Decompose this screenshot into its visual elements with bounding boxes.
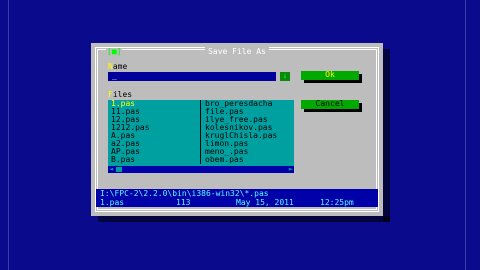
close-icon[interactable]: [■] (106, 48, 123, 56)
file-list-column-1: 1.pas 11.pas 12.pas 1212.pas A.pas a2.pas AP.p… (108, 100, 200, 164)
current-path: I:\FPC-2\2.2.0\bin\i386-win32\*.pas (100, 189, 269, 198)
name-input[interactable]: _ (108, 72, 276, 81)
history-dropdown-icon[interactable]: ↓ (280, 72, 290, 81)
file-list[interactable]: 1.pas 11.pas 12.pas 1212.pas A.pas a2.pas AP.p… (108, 100, 294, 173)
file-details-size: 113 (176, 198, 191, 207)
save-file-dialog: Save File As [■] Name _ ↓ Ok Cancel File… (91, 43, 383, 216)
file-info-panel: I:\FPC-2\2.2.0\bin\i386-win32\*.pas 1.pa… (96, 189, 378, 207)
dialog-shadow-right (383, 49, 390, 222)
name-label: Name (108, 63, 127, 71)
dialog-titlebar: Save File As (96, 47, 378, 56)
file-list-divider (200, 100, 201, 164)
ok-button[interactable]: Ok (301, 71, 359, 80)
scrollbar-thumb[interactable] (116, 167, 122, 172)
files-label-rest: iles (112, 90, 133, 99)
files-label: Files (108, 91, 132, 99)
dialog-title: Save File As (205, 47, 269, 56)
file-list-item[interactable]: obem.pas (202, 156, 294, 164)
file-list-column-2: bro_peresdacha file.pas ilye_free.pas koles… (202, 100, 294, 164)
file-details: 1.pas 113 May 15, 2011 12:25pm (100, 199, 374, 207)
file-details-time: 12:25pm (320, 198, 354, 207)
file-details-date: May 15, 2011 (236, 198, 294, 207)
desktop-edge-left (0, 0, 9, 270)
file-details-name: 1.pas (100, 198, 125, 207)
cancel-button[interactable]: Cancel (301, 100, 359, 109)
name-label-rest: ame (112, 62, 128, 71)
horizontal-scrollbar[interactable]: ◄ ► (108, 166, 294, 173)
desktop-edge-right (465, 0, 480, 270)
file-list-item[interactable]: B.pas (108, 156, 200, 164)
scroll-left-icon[interactable]: ◄ (109, 166, 113, 173)
scroll-right-icon[interactable]: ► (289, 166, 293, 173)
dialog-shadow-bottom (98, 216, 390, 222)
